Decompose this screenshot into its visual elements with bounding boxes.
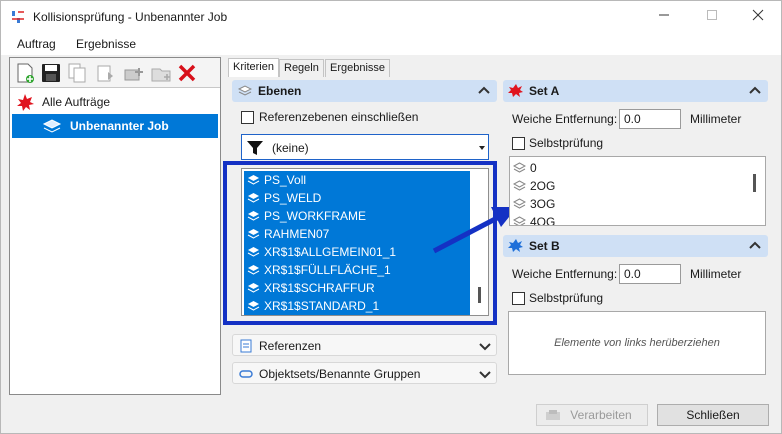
set-a-selfcheck-label: Selbstprüfung [529,136,604,150]
filter-icon [247,141,263,155]
import-icon[interactable] [122,62,144,84]
include-refs-label: Referenzebenen einschließen [259,110,419,124]
layer-icon [513,162,526,173]
maximize-button[interactable] [689,1,735,31]
collision-blue-icon [508,239,523,252]
close-icon [752,9,764,21]
collision-check-window: Kollisionsprüfung - Unbenannter Job Auft… [0,0,782,434]
app-icon [12,11,24,23]
layers-icon [238,85,252,96]
window-title: Kollisionsprüfung - Unbenannter Job [33,10,228,24]
set-a-unit: Millimeter [690,112,742,126]
layer-name: 0 [530,161,537,175]
filter-value: (keine) [272,141,309,155]
set-b-header[interactable]: Set B [503,235,768,257]
set-a-distance-input[interactable]: 0.0 [619,109,681,129]
process-button[interactable]: Verarbeiten [536,404,648,426]
chevron-down-icon [479,371,491,379]
layer-name: 2OG [530,179,556,193]
job-panel: Alle Aufträge Unbenannter Job [9,57,221,395]
ebenen-header[interactable]: Ebenen [232,80,497,102]
layer-name: 4OG [530,215,556,226]
process-icon [546,410,560,420]
chevron-up-icon [478,86,490,94]
tab-regeln[interactable]: Regeln [279,59,324,77]
drop-placeholder: Elemente von links herüberziehen [554,337,720,349]
set-a-header[interactable]: Set A [503,80,768,102]
chevron-down-icon [479,343,491,351]
save-icon[interactable] [40,62,62,84]
layer-name: 3OG [530,197,556,211]
close-window-button[interactable] [735,1,781,31]
delete-icon[interactable] [176,62,198,84]
menu-ergebnisse[interactable]: Ergebnisse [76,37,136,51]
maximize-icon [707,10,717,20]
minimize-icon [659,14,669,16]
chevron-up-icon [749,241,761,249]
document-icon [240,339,252,353]
menu-auftrag[interactable]: Auftrag [17,37,56,51]
link-icon [239,370,253,378]
layer-filter-select[interactable]: (keine) [241,134,489,160]
tree-root-all-jobs[interactable]: Alle Aufträge [12,90,218,114]
set-a-selfcheck-checkbox[interactable] [512,137,525,150]
close-button[interactable]: Schließen [657,404,769,426]
objektsets-title: Objektsets/Benannte Gruppen [259,367,421,381]
set-b-distance-input[interactable]: 0.0 [619,264,681,284]
tree-job-label: Unbenannter Job [70,119,169,133]
ebenen-title: Ebenen [258,84,302,98]
layer-icon [513,198,526,209]
referenzen-header[interactable]: Referenzen [232,334,497,356]
job-layers-icon [42,119,62,133]
tree-item-job[interactable]: Unbenannter Job [12,114,218,138]
tab-kriterien[interactable]: Kriterien [228,58,279,77]
menu-bar: Auftrag Ergebnisse [1,33,781,55]
set-a-scrollbar[interactable] [753,174,756,192]
collision-red-icon [508,84,523,97]
process-label: Verarbeiten [570,408,632,422]
tree-root-label: Alle Aufträge [42,95,111,109]
collision-icon [17,94,34,111]
minimize-button[interactable] [641,1,687,31]
set-a-distance-label: Weiche Entfernung: [512,112,618,126]
set-b-title: Set B [529,239,560,253]
objektsets-header[interactable]: Objektsets/Benannte Gruppen [232,362,497,384]
layer-icon [513,180,526,191]
set-a-layer-list[interactable]: 0 2OG 3OG 4OG [509,156,766,226]
paste-icon[interactable] [94,62,116,84]
copy-icon[interactable] [66,62,88,84]
tab-ergebnisse[interactable]: Ergebnisse [325,59,391,77]
set-a-title: Set A [529,84,560,98]
chevron-up-icon [749,86,761,94]
layer-icon [513,216,526,225]
referenzen-title: Referenzen [259,339,322,353]
include-refs-checkbox[interactable] [241,111,254,124]
new-job-icon[interactable] [14,62,36,84]
set-b-distance-label: Weiche Entfernung: [512,267,618,281]
set-b-unit: Millimeter [690,267,742,281]
job-toolbar [10,58,220,88]
set-b-drop-area[interactable]: Elemente von links herüberziehen [508,311,766,375]
chevron-down-icon [479,146,485,150]
set-b-selfcheck-checkbox[interactable] [512,292,525,305]
set-b-selfcheck-label: Selbstprüfung [529,291,604,305]
title-bar: Kollisionsprüfung - Unbenannter Job [1,1,781,33]
add-folder-icon[interactable] [150,62,172,84]
